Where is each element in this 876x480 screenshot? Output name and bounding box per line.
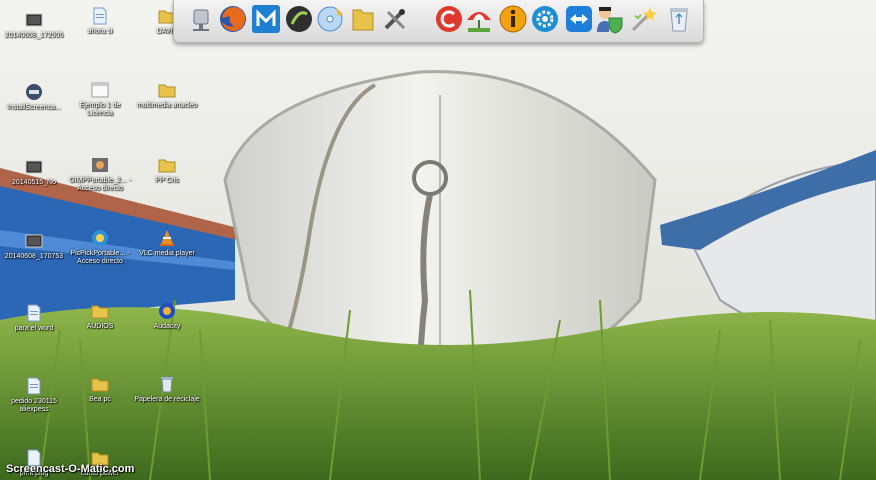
document-icon [93,7,107,25]
desktop-icon-multimedia-anacleo[interactable]: multimedia anacleo [133,80,201,110]
audacity-icon [159,303,175,319]
desktop-icon-video-20140515[interactable]: 20140515_No [0,157,68,187]
desktop-icon-bea-pc[interactable]: Bea pc [66,374,134,404]
screencast-watermark: Screencast-O-Matic.com [6,463,135,475]
desktop-icon-video-20140608-170753[interactable]: 20140608_170753 [0,231,68,261]
vlc-icon [160,230,174,246]
dock-item-user-shield[interactable] [594,4,624,36]
recycle-bin-icon [161,377,173,393]
tools-icon [384,9,406,30]
beach-umbrella-icon [467,12,491,32]
dock-item-folder[interactable] [348,4,378,36]
desktop-icon-label: 20140515_No [12,179,56,186]
desktop-icon-label: Ejemplo 1 de Licencia [79,102,121,117]
desktop-icon-label: GIMPPortable_2... - Acceso directo [69,177,131,192]
desktop-icon-vlc[interactable]: VLC media player [133,228,201,258]
desktop-icon-pp-cris[interactable]: PP Cris [133,155,201,185]
dock-item-info[interactable] [498,4,528,36]
desktop-icon-label: ahora si [87,28,113,35]
folder-icon [158,159,176,173]
ccleaner-icon [436,6,462,32]
document-icon [27,377,41,395]
dock-item-ccleaner[interactable] [434,4,464,36]
dock-item-settings[interactable] [530,4,560,36]
desktop-icon-label: Papelera de reciclaje [134,396,200,403]
video-file-icon [25,234,43,248]
desktop-icon-pedido-230115[interactable]: pedido 230115 aliexpess [0,376,68,414]
recycle-bin-icon [670,8,688,32]
wizard-icon [631,7,657,32]
desktop-icon-label: AUDIOS [86,323,114,330]
desktop-icon-audios[interactable]: AUDIOS [66,301,134,331]
document-icon [27,304,41,322]
desktop-icon-label: PicPickPortable... - Acceso directo [70,250,130,265]
desktop-icon-label: 20140608_172505 [4,32,64,39]
dock-item-wizard[interactable] [629,4,659,36]
desktop-icon-picpick-portable[interactable]: PicPickPortable... - Acceso directo [66,228,134,266]
firefox-icon [220,6,246,32]
desktop-icon-video-20140608-172505[interactable]: 20140608_172505 [0,10,68,40]
dock-item-disc[interactable] [284,4,314,36]
folder-icon [91,305,109,319]
dock-item-recycle-bin[interactable] [664,4,694,36]
desktop-icon-label: multimedia anacleo [136,102,198,109]
launcher-dock [173,0,704,43]
dock-item-network-drive[interactable] [186,4,216,36]
desktop-icon-para-el-word[interactable]: para el word [0,303,68,333]
desktop-icon-label: para el word [14,325,54,332]
installer-icon [26,84,42,100]
desktop-icon-ejemplo-licencia[interactable]: Ejemplo 1 de Licencia [66,80,134,118]
desktop-icon-papelera[interactable]: Papelera de reciclaje [133,374,201,404]
document-icon [91,82,109,98]
desktop-icon-label: PP Cris [155,177,179,184]
user-shield-icon [597,7,623,34]
maxthon-icon [252,5,280,33]
info-icon [499,5,527,33]
teamviewer-icon [566,6,592,32]
network-drive-icon [193,9,209,31]
video-file-icon [25,160,43,174]
desktop-icon-label: pedido 230115 aliexpess [11,398,57,413]
dock-item-firefox[interactable] [218,4,248,36]
dock-item-beach-umbrella[interactable] [464,4,494,36]
video-file-icon [25,13,43,27]
settings-gear-icon [532,6,558,32]
folder-icon [158,84,176,98]
desktop-icon-label: VLC media player [139,250,195,257]
dock-item-tools[interactable] [380,4,410,36]
gimp-shortcut-icon [92,158,108,172]
folder-icon [352,9,374,31]
dock-item-teamviewer[interactable] [564,4,594,36]
desktop-icon-audacity[interactable]: Audacity [133,301,201,331]
picpick-shortcut-icon [92,230,108,246]
desktop-icon-label: Bea pc [89,396,111,403]
desktop-icon-label: 20140608_170753 [4,253,64,260]
desktop-icon-ahora-si[interactable]: ahora si [66,6,134,36]
desktop-icon-gimp-portable[interactable]: GIMPPortable_2... - Acceso directo [66,155,134,193]
desktop-icon-label: Audacity [153,323,181,330]
folder-icon [91,378,109,392]
dock-item-cd-burner[interactable] [316,4,346,36]
desktop-icon-installscreencast[interactable]: InstallScreenca... [0,82,68,112]
desktop-icon-label: InstallScreenca... [7,104,61,111]
disc-icon [286,6,312,32]
cd-burner-icon [317,6,343,32]
dock-item-maxthon[interactable] [251,4,283,36]
